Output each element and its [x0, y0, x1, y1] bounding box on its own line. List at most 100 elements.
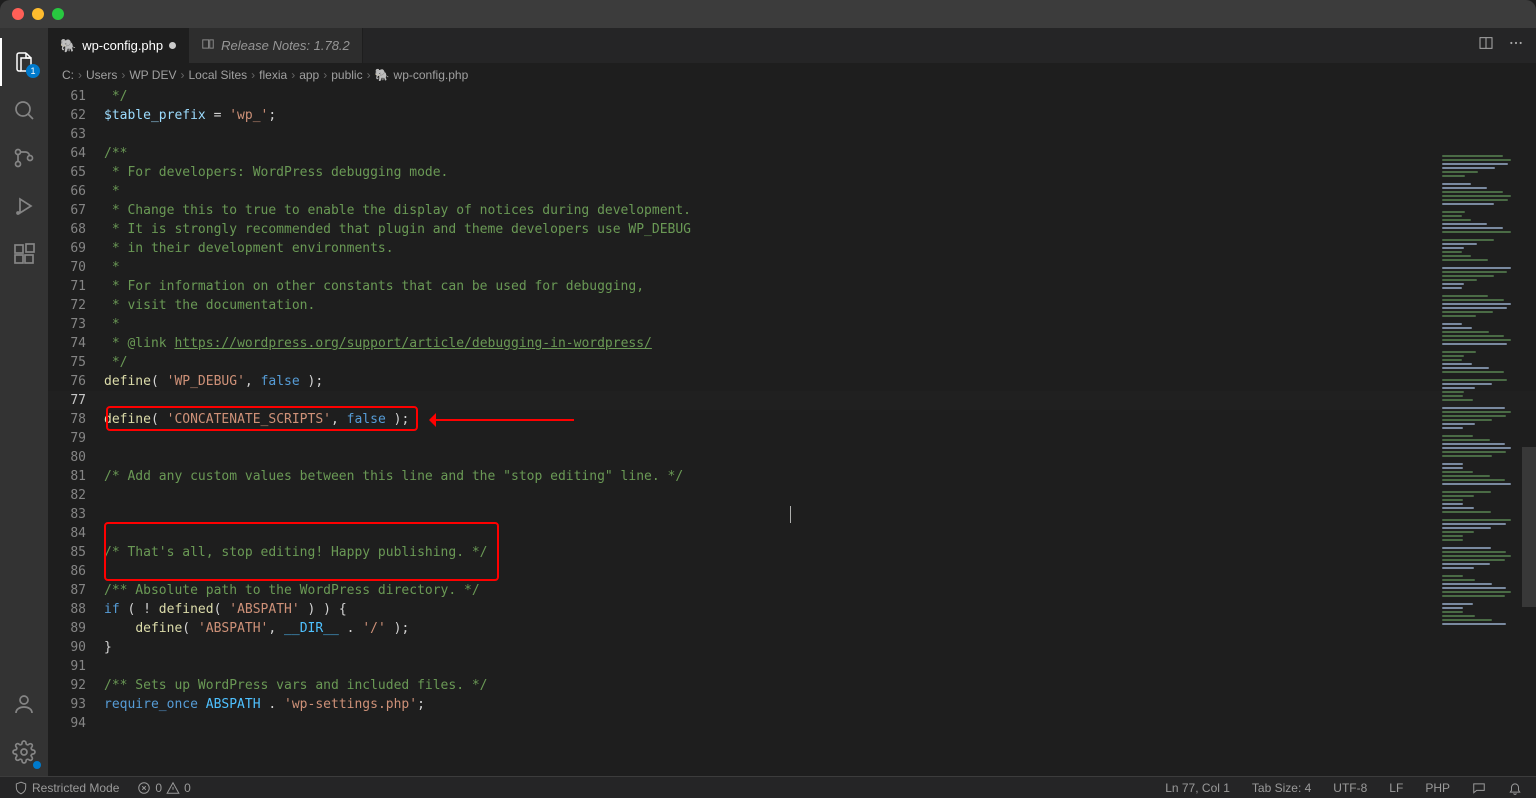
- code-line[interactable]: 78define( 'CONCATENATE_SCRIPTS', false )…: [48, 410, 1536, 429]
- problems-indicator[interactable]: 0 0: [133, 781, 194, 795]
- code-line[interactable]: 88if ( ! defined( 'ABSPATH' ) ) {: [48, 600, 1536, 619]
- vertical-scrollbar[interactable]: [1522, 147, 1536, 776]
- cursor-position[interactable]: Ln 77, Col 1: [1161, 781, 1234, 795]
- line-number: 76: [48, 372, 104, 391]
- code-line[interactable]: 94: [48, 714, 1536, 733]
- code-line[interactable]: 86: [48, 562, 1536, 581]
- line-number: 71: [48, 277, 104, 296]
- scrollbar-thumb[interactable]: [1522, 447, 1536, 607]
- text-cursor: [790, 506, 791, 523]
- breadcrumb-segment[interactable]: app: [299, 68, 319, 82]
- code-line[interactable]: 62$table_prefix = 'wp_';: [48, 106, 1536, 125]
- line-number: 92: [48, 676, 104, 695]
- code-line[interactable]: 93require_once ABSPATH . 'wp-settings.ph…: [48, 695, 1536, 714]
- breadcrumb-segment[interactable]: WP DEV: [129, 68, 176, 82]
- line-number: 79: [48, 429, 104, 448]
- line-number: 91: [48, 657, 104, 676]
- breadcrumb-segment[interactable]: wp-config.php: [394, 68, 469, 82]
- breadcrumb-segment[interactable]: Local Sites: [188, 68, 247, 82]
- split-editor-icon[interactable]: [1478, 35, 1494, 56]
- tab-dirty-indicator: [169, 42, 176, 49]
- tab-size[interactable]: Tab Size: 4: [1248, 781, 1315, 795]
- code-line[interactable]: 75 */: [48, 353, 1536, 372]
- code-line[interactable]: 81/* Add any custom values between this …: [48, 467, 1536, 486]
- search-icon[interactable]: [0, 86, 48, 134]
- code-line[interactable]: 69 * in their development environments.: [48, 239, 1536, 258]
- code-line[interactable]: 77: [48, 391, 1536, 410]
- code-line[interactable]: 65 * For developers: WordPress debugging…: [48, 163, 1536, 182]
- line-content: define( 'ABSPATH', __DIR__ . '/' );: [104, 621, 409, 636]
- code-line[interactable]: 92/** Sets up WordPress vars and include…: [48, 676, 1536, 695]
- code-line[interactable]: 72 * visit the documentation.: [48, 296, 1536, 315]
- tab-wp-config[interactable]: 🐘 wp-config.php: [48, 28, 189, 63]
- chevron-right-icon: ›: [323, 68, 327, 82]
- code-line[interactable]: 89 define( 'ABSPATH', __DIR__ . '/' );: [48, 619, 1536, 638]
- settings-gear-icon[interactable]: [0, 728, 48, 776]
- line-number: 74: [48, 334, 104, 353]
- line-number: 68: [48, 220, 104, 239]
- code-line[interactable]: 71 * For information on other constants …: [48, 277, 1536, 296]
- line-number: 77: [48, 391, 104, 410]
- code-line[interactable]: 70 *: [48, 258, 1536, 277]
- chevron-right-icon: ›: [180, 68, 184, 82]
- source-control-icon[interactable]: [0, 134, 48, 182]
- breadcrumb-segment[interactable]: C:: [62, 68, 74, 82]
- code-line[interactable]: 63: [48, 125, 1536, 144]
- line-content: /* That's all, stop editing! Happy publi…: [104, 545, 488, 560]
- line-number: 62: [48, 106, 104, 125]
- restricted-mode-indicator[interactable]: Restricted Mode: [10, 781, 123, 795]
- line-content: * Change this to true to enable the disp…: [104, 203, 691, 218]
- breadcrumb-segment[interactable]: flexia: [259, 68, 287, 82]
- code-line[interactable]: 83: [48, 505, 1536, 524]
- code-line[interactable]: 61 */: [48, 87, 1536, 106]
- explorer-icon[interactable]: 1: [0, 38, 48, 86]
- window-maximize-dot[interactable]: [52, 8, 64, 20]
- code-line[interactable]: 87/** Absolute path to the WordPress dir…: [48, 581, 1536, 600]
- editor-group: 🐘 wp-config.php Release Notes: 1.78.2 C:…: [48, 28, 1536, 776]
- line-content: */: [104, 89, 127, 104]
- language-mode[interactable]: PHP: [1421, 781, 1454, 795]
- code-editor[interactable]: 61 */62$table_prefix = 'wp_';6364/**65 *…: [48, 87, 1536, 776]
- account-icon[interactable]: [0, 680, 48, 728]
- breadcrumb-segment[interactable]: public: [331, 68, 362, 82]
- code-line[interactable]: 80: [48, 448, 1536, 467]
- breadcrumb-segment[interactable]: Users: [86, 68, 117, 82]
- breadcrumb[interactable]: C:›Users›WP DEV›Local Sites›flexia›app›p…: [48, 63, 1536, 87]
- encoding[interactable]: UTF-8: [1329, 781, 1371, 795]
- activity-bar: 1: [0, 28, 48, 776]
- code-line[interactable]: 85/* That's all, stop editing! Happy pub…: [48, 543, 1536, 562]
- window-minimize-dot[interactable]: [32, 8, 44, 20]
- more-actions-icon[interactable]: [1508, 35, 1524, 56]
- code-line[interactable]: 76define( 'WP_DEBUG', false );: [48, 372, 1536, 391]
- line-number: 93: [48, 695, 104, 714]
- code-line[interactable]: 66 *: [48, 182, 1536, 201]
- eol[interactable]: LF: [1385, 781, 1407, 795]
- window-close-dot[interactable]: [12, 8, 24, 20]
- line-content: $table_prefix = 'wp_';: [104, 108, 276, 123]
- code-line[interactable]: 67 * Change this to true to enable the d…: [48, 201, 1536, 220]
- code-line[interactable]: 64/**: [48, 144, 1536, 163]
- tab-release-notes[interactable]: Release Notes: 1.78.2: [189, 28, 363, 63]
- line-number: 81: [48, 467, 104, 486]
- extensions-icon[interactable]: [0, 230, 48, 278]
- code-line[interactable]: 84: [48, 524, 1536, 543]
- code-line[interactable]: 68 * It is strongly recommended that plu…: [48, 220, 1536, 239]
- notifications-icon[interactable]: [1504, 781, 1526, 795]
- code-line[interactable]: 90}: [48, 638, 1536, 657]
- explorer-badge: 1: [26, 64, 40, 78]
- code-line[interactable]: 74 * @link https://wordpress.org/support…: [48, 334, 1536, 353]
- line-content: /** Absolute path to the WordPress direc…: [104, 583, 480, 598]
- code-line[interactable]: 82: [48, 486, 1536, 505]
- line-number: 72: [48, 296, 104, 315]
- code-line[interactable]: 73 *: [48, 315, 1536, 334]
- shield-icon: [14, 781, 28, 795]
- feedback-icon[interactable]: [1468, 781, 1490, 795]
- line-number: 87: [48, 581, 104, 600]
- code-line[interactable]: 91: [48, 657, 1536, 676]
- line-number: 84: [48, 524, 104, 543]
- code-line[interactable]: 79: [48, 429, 1536, 448]
- window-titlebar: [0, 0, 1536, 28]
- line-number: 73: [48, 315, 104, 334]
- chevron-right-icon: ›: [291, 68, 295, 82]
- run-debug-icon[interactable]: [0, 182, 48, 230]
